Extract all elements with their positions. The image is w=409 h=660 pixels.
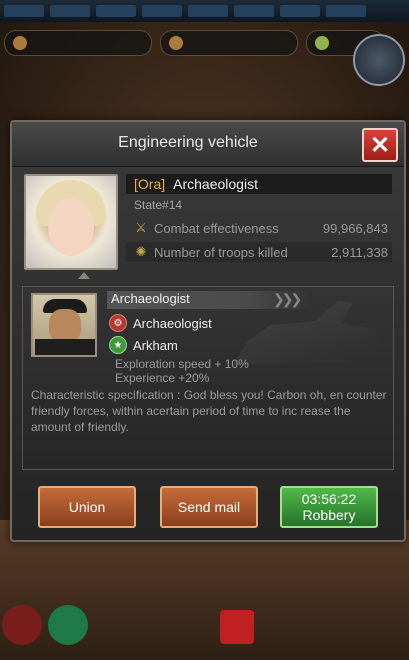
resource-slot xyxy=(4,5,44,17)
stat-label: Combat effectiveness xyxy=(154,220,279,236)
combat-effectiveness-row: ⚔ Combat effectiveness 99,966,843 xyxy=(126,218,392,238)
claw-icon: ✺ xyxy=(135,244,147,259)
dialog-title: Engineering vehicle xyxy=(118,134,258,151)
player-name-row: [Ora] Archaeologist xyxy=(126,174,392,194)
chevrons-icon: ❯❯❯ xyxy=(273,291,302,307)
robbery-button[interactable]: 03:56:22 Robbery xyxy=(280,486,378,528)
send-mail-label: Send mail xyxy=(177,499,241,515)
player-avatar[interactable] xyxy=(24,174,118,270)
bonus-exploration: Exploration speed + 10% xyxy=(115,357,249,371)
player-profile: [Ora] Archaeologist State#14 ⚔ Combat ef… xyxy=(22,174,394,274)
resource-bar xyxy=(0,26,409,58)
resource-pill[interactable] xyxy=(4,30,152,56)
officer-info-panel: Archaeologist ❯❯❯ ⚙ Archaeologist ★ Arkh… xyxy=(22,286,394,470)
diamond-icon[interactable] xyxy=(353,34,405,86)
robbery-timer: 03:56:22 xyxy=(301,491,357,507)
dialog-header: Engineering vehicle ✕ xyxy=(12,122,404,167)
send-mail-button[interactable]: Send mail xyxy=(160,486,258,528)
characteristic-description: Characteristic specification : God bless… xyxy=(31,388,387,434)
resource-slot xyxy=(234,5,274,17)
alliance-tag: [Ora] xyxy=(134,176,166,192)
skill-name: Arkham xyxy=(133,337,178,353)
union-label: Union xyxy=(68,499,106,515)
officer-head xyxy=(49,309,81,343)
skill-name: Archaeologist xyxy=(133,315,212,331)
player-name: Archaeologist xyxy=(173,176,258,192)
resource-icon xyxy=(169,36,183,50)
site-watermark xyxy=(120,590,409,650)
stat-label: Number of troops killed xyxy=(154,244,288,260)
resource-pill[interactable] xyxy=(160,30,298,56)
resource-slot xyxy=(96,5,136,17)
skull-icon[interactable] xyxy=(2,605,42,645)
avatar-caret-icon xyxy=(78,272,90,279)
stat-value: 99,966,843 xyxy=(322,220,388,236)
resource-slot xyxy=(280,5,320,17)
skill-arkham: ★ Arkham xyxy=(109,335,178,355)
gem-icon[interactable] xyxy=(48,605,88,645)
robbery-label: Robbery xyxy=(302,507,356,523)
resource-slot xyxy=(50,5,90,17)
bonus-experience: Experience +20% xyxy=(115,371,210,385)
union-button[interactable]: Union xyxy=(38,486,136,528)
stat-value: 2,911,338 xyxy=(331,244,388,260)
officer-coat xyxy=(35,339,95,355)
resource-icon xyxy=(315,36,329,50)
top-resource-strip xyxy=(0,0,409,22)
watermark-logo-icon xyxy=(220,610,254,644)
player-state: State#14 xyxy=(134,198,183,212)
troops-killed-row: ✺ Number of troops killed 2,911,338 xyxy=(126,242,392,262)
resource-slot xyxy=(188,5,228,17)
skill-archaeologist: ⚙ Archaeologist xyxy=(109,313,212,333)
crossed-swords-icon: ⚔ xyxy=(135,220,147,235)
resource-slot xyxy=(142,5,182,17)
skill-red-icon: ⚙ xyxy=(109,314,127,332)
close-button[interactable]: ✕ xyxy=(362,128,398,162)
resource-icon xyxy=(13,36,27,50)
avatar-face xyxy=(48,198,94,256)
star-green-icon: ★ xyxy=(109,336,127,354)
engineering-vehicle-dialog: Engineering vehicle ✕ [Ora] Archaeologis… xyxy=(10,120,406,542)
officer-portrait[interactable] xyxy=(31,293,97,357)
resource-slot xyxy=(326,5,366,17)
